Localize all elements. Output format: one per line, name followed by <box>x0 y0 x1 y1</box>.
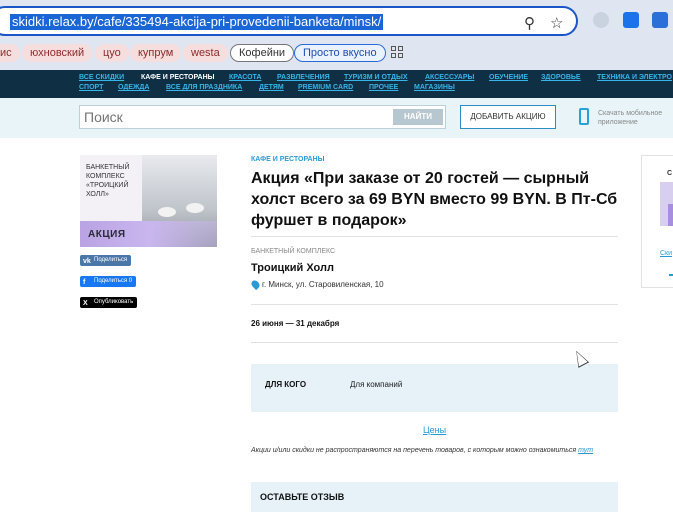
bookmark-item[interactable]: купрум <box>130 44 182 62</box>
table-shape <box>186 203 204 213</box>
zoom-icon[interactable]: ⚲ <box>524 14 535 32</box>
review-title: ОСТАВЬТЕ ОТЗЫВ <box>260 492 345 502</box>
nav-link[interactable]: КРАСОТА <box>229 74 261 81</box>
download-icon[interactable] <box>623 12 639 28</box>
deal-category-link[interactable]: КАФЕ И РЕСТОРАНЫ <box>251 156 325 163</box>
nav-link[interactable]: ОДЕЖДА <box>118 84 149 91</box>
sidebar-card-letter: С <box>667 170 673 177</box>
vk-share-button[interactable]: vk Поделиться <box>80 255 132 266</box>
nav-link-active[interactable]: КАФЕ И РЕСТОРАНЫ <box>141 74 215 81</box>
category-nav: ВСЕ СКИДКИ КАФЕ И РЕСТОРАНЫ КРАСОТА РАЗВ… <box>0 70 673 98</box>
x-share-button[interactable]: X Опубликовать <box>80 297 138 308</box>
vk-share-label: Поделиться <box>94 257 128 263</box>
page-title: Акция «При заказе от 20 гостей — сырный … <box>251 170 618 229</box>
divider <box>251 304 618 305</box>
bookmark-item[interactable]: цуо <box>95 44 129 62</box>
sidebar-promo-card[interactable]: С Ски <box>641 155 673 288</box>
table-shape <box>158 207 176 217</box>
nav-link[interactable]: РАЗВЛЕЧЕНИЯ <box>277 74 330 81</box>
nav-link[interactable]: ТУРИЗМ И ОТДЫХ <box>344 74 408 81</box>
nav-link[interactable]: ВСЕ ДЛЯ ПРАЗДНИКА <box>166 84 242 91</box>
deal-dates: 26 июня — 31 декабря <box>251 319 340 328</box>
nav-link[interactable]: ДЕТЯМ <box>259 84 284 91</box>
search-band: НАЙТИ ДОБАВИТЬ АКЦИЮ Скачать мобильное п… <box>0 98 673 138</box>
bookmark-item[interactable]: Просто вкусно <box>294 44 386 62</box>
bookmarks-bar: ис юхновский цуо купрум westa Кофейни Пр… <box>0 42 673 64</box>
audience-value: Для компаний <box>350 380 403 389</box>
divider <box>251 342 618 343</box>
venue-name-link[interactable]: Троицкий Холл <box>251 262 334 274</box>
apps-icon[interactable] <box>391 46 403 58</box>
nav-link[interactable]: PREMIUM CARD <box>298 84 353 91</box>
prices-link[interactable]: Цены <box>423 425 446 435</box>
disclaimer-text: Акции и/или скидки не распространяются н… <box>251 447 577 454</box>
s-extension-icon[interactable] <box>652 12 668 28</box>
facebook-icon: f <box>83 279 86 286</box>
sidebar-card-link[interactable]: Ски <box>660 250 672 257</box>
sidebar-card-marker <box>669 274 673 276</box>
promo-badge: АКЦИЯ <box>88 229 126 240</box>
nav-link[interactable]: СПОРТ <box>79 84 103 91</box>
promo-image[interactable]: БАНКЕТНЫЙ КОМПЛЕКС «ТРОИЦКИЙ ХОЛЛ» АКЦИЯ <box>80 155 217 247</box>
nav-link[interactable]: ТЕХНИКА И ЭЛЕКТРО <box>597 74 672 81</box>
sidebar-card-image-accent <box>668 204 673 226</box>
address-bar[interactable]: skidki.relax.by/cafe/335494-akcija-pri-p… <box>0 6 578 36</box>
x-icon: X <box>83 300 88 307</box>
map-pin-icon <box>249 278 262 291</box>
star-icon[interactable]: ☆ <box>550 14 563 32</box>
disclaimer: Акции и/или скидки не распространяются н… <box>251 446 621 456</box>
search-box: НАЙТИ <box>79 105 446 129</box>
nav-link[interactable]: АКСЕССУАРЫ <box>425 74 474 81</box>
mobile-app-link[interactable]: Скачать мобильное приложение <box>598 109 673 127</box>
phone-icon <box>579 108 589 125</box>
fb-share-label: Поделиться 0 <box>94 278 133 284</box>
nav-link[interactable]: ВСЕ СКИДКИ <box>79 74 124 81</box>
x-share-label: Опубликовать <box>94 299 134 305</box>
vk-icon: vk <box>83 258 91 265</box>
nav-link[interactable]: ОБУЧЕНИЕ <box>489 74 528 81</box>
disclaimer-link[interactable]: тут <box>578 447 593 454</box>
audience-label: ДЛЯ КОГО <box>265 380 307 389</box>
promo-venue-text: БАНКЕТНЫЙ КОМПЛЕКС «ТРОИЦКИЙ ХОЛЛ» <box>86 164 130 198</box>
nav-link[interactable]: МАГАЗИНЫ <box>414 84 455 91</box>
bookmark-item[interactable]: ис <box>0 44 20 62</box>
search-button[interactable]: НАЙТИ <box>393 109 443 125</box>
url-text[interactable]: skidki.relax.by/cafe/335494-akcija-pri-p… <box>10 14 384 30</box>
search-input[interactable] <box>84 108 384 126</box>
bookmark-item[interactable]: юхновский <box>22 44 93 62</box>
bookmark-item[interactable]: westa <box>183 44 228 62</box>
nav-link[interactable]: ЗДОРОВЬЕ <box>541 74 581 81</box>
page: skidki.relax.by/cafe/335494-akcija-pri-p… <box>0 0 673 512</box>
review-section: ОСТАВЬТЕ ОТЗЫВ <box>251 482 618 512</box>
browser-toolbar: skidki.relax.by/cafe/335494-akcija-pri-p… <box>0 0 673 70</box>
nav-link[interactable]: ПРОЧЕЕ <box>369 84 398 91</box>
add-promo-button[interactable]: ДОБАВИТЬ АКЦИЮ <box>460 105 556 129</box>
venue-type: БАНКЕТНЫЙ КОМПЛЕКС <box>251 248 336 255</box>
fb-share-button[interactable]: f Поделиться 0 <box>80 276 137 287</box>
bookmark-item[interactable]: Кофейни <box>230 44 295 62</box>
venue-address: г. Минск, ул. Старовиленская, 10 <box>262 280 384 289</box>
shield-extension-icon[interactable] <box>593 12 609 28</box>
audience-box: ДЛЯ КОГО Для компаний <box>251 364 618 412</box>
divider <box>251 236 618 237</box>
